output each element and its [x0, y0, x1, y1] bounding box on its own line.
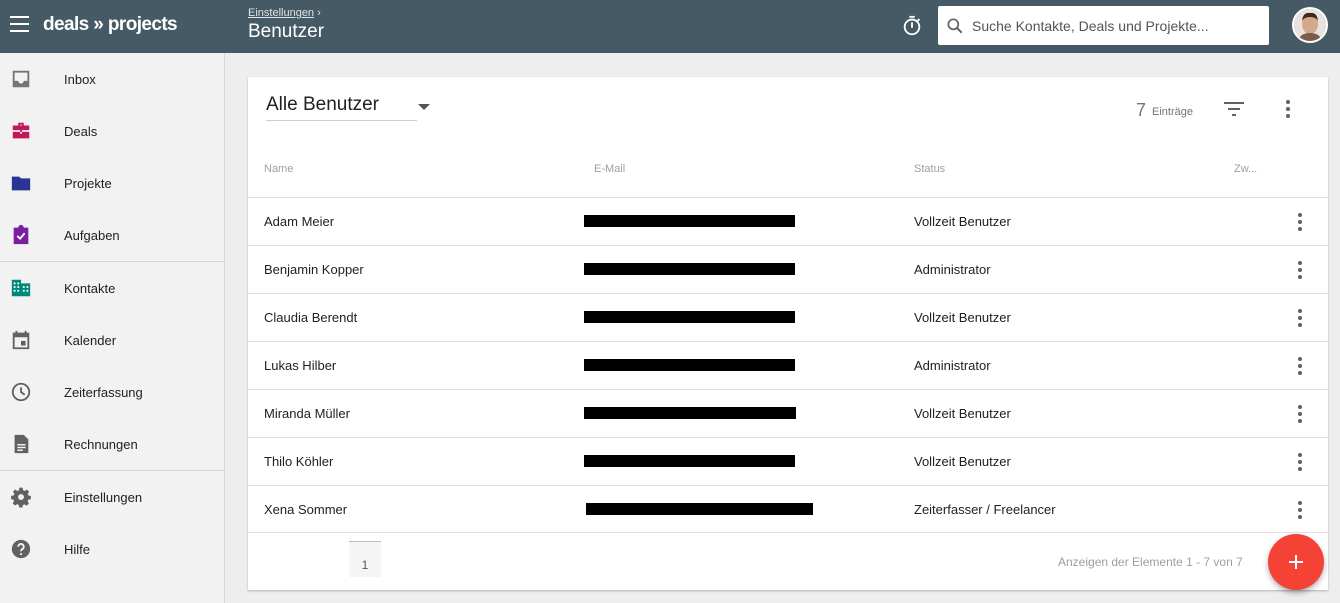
clock-icon [11, 382, 31, 402]
user-name: Lukas Hilber [264, 358, 337, 373]
briefcase-icon [12, 122, 30, 139]
email-redacted: [redacted] [584, 311, 795, 323]
user-name: Adam Meier [264, 214, 335, 229]
sidebar-item-projekte[interactable]: Projekte [0, 157, 224, 209]
filter-icon[interactable] [1224, 101, 1244, 117]
sidebar-item-label: Kalender [64, 332, 117, 348]
more-options-icon[interactable] [1278, 99, 1294, 119]
column-header-email[interactable]: E-Mail [594, 163, 625, 175]
sidebar-item-label: Kontakte [64, 280, 116, 296]
email-redacted: [redacted] [584, 407, 796, 419]
sidebar-item-label: Deals [64, 123, 98, 139]
user-name: Thilo Köhler [264, 454, 334, 469]
row-more-options-icon[interactable] [1290, 308, 1310, 328]
avatar[interactable] [1292, 7, 1328, 43]
sidebar: Inbox Deals Projekte Aufgaben Kontakte K… [0, 53, 225, 603]
column-header-name[interactable]: Name [264, 163, 293, 175]
user-name: Xena Sommer [264, 502, 348, 517]
sidebar-item-aufgaben[interactable]: Aufgaben [0, 209, 224, 261]
page-title: Benutzer [248, 21, 325, 42]
sidebar-item-zeiterfassung[interactable]: Zeiterfassung [0, 366, 224, 418]
sidebar-item-rechnungen[interactable]: Rechnungen [0, 418, 224, 470]
table-row[interactable]: Lukas Hilber [redacted] Administrator [248, 341, 1328, 389]
user-status: Zeiterfasser / Freelancer [914, 502, 1056, 517]
gear-icon [11, 487, 31, 508]
table-row[interactable]: Xena Sommer [redacted] Zeiterfasser / Fr… [248, 485, 1328, 533]
pagination-page-button[interactable]: 1 [349, 541, 381, 577]
email-redacted: [redacted] [584, 455, 795, 467]
search-icon [947, 18, 963, 34]
sidebar-item-label: Zeiterfassung [64, 384, 143, 400]
user-name: Claudia Berendt [264, 310, 358, 325]
breadcrumb: Einstellungen › [248, 7, 321, 19]
column-header-status[interactable]: Status [914, 163, 945, 175]
calendar-icon [12, 330, 30, 350]
table-row[interactable]: Thilo Köhler [redacted] Vollzeit Benutze… [248, 437, 1328, 485]
users-card: Alle Benutzer 7 Einträge Name E-Mail Sta… [248, 77, 1328, 590]
sidebar-item-inbox[interactable]: Inbox [0, 53, 224, 105]
email-redacted: [redacted] [584, 263, 795, 275]
breadcrumb-link-settings[interactable]: Einstellungen [248, 7, 314, 19]
column-header-truncated[interactable]: Zw... [1234, 163, 1257, 175]
user-filter-value: Alle Benutzer [266, 94, 380, 115]
sidebar-item-hilfe[interactable]: Hilfe [0, 523, 224, 575]
stopwatch-icon[interactable] [901, 14, 923, 38]
document-icon [14, 434, 29, 454]
pagination-info: Anzeigen der Elemente 1 - 7 von 7 [1058, 555, 1243, 569]
user-status: Vollzeit Benutzer [914, 214, 1011, 229]
help-icon [11, 539, 31, 559]
sidebar-item-label: Einstellungen [64, 489, 143, 505]
chevron-down-icon [418, 104, 430, 110]
row-more-options-icon[interactable] [1290, 356, 1310, 376]
menu-icon[interactable] [10, 16, 30, 36]
search-input[interactable] [972, 6, 1262, 45]
breadcrumb-separator: › [317, 7, 321, 19]
user-status: Administrator [914, 262, 991, 277]
sidebar-item-label: Rechnungen [64, 436, 138, 452]
sidebar-item-label: Hilfe [64, 541, 91, 557]
row-more-options-icon[interactable] [1290, 212, 1310, 232]
row-more-options-icon[interactable] [1290, 404, 1310, 424]
table-row[interactable]: Claudia Berendt [redacted] Vollzeit Benu… [248, 293, 1328, 341]
building-icon [11, 279, 31, 297]
sidebar-item-label: Projekte [64, 175, 112, 191]
user-status: Vollzeit Benutzer [914, 310, 1011, 325]
sidebar-item-deals[interactable]: Deals [0, 105, 224, 157]
sidebar-item-label: Inbox [64, 71, 96, 87]
email-redacted: [redacted] [584, 359, 795, 371]
sidebar-item-einstellungen[interactable]: Einstellungen [0, 471, 224, 523]
entry-count-label: Einträge [1152, 106, 1193, 118]
user-status: Administrator [914, 358, 991, 373]
row-more-options-icon[interactable] [1290, 500, 1310, 520]
inbox-icon [12, 70, 30, 88]
folder-icon [11, 176, 31, 191]
sidebar-item-kalender[interactable]: Kalender [0, 314, 224, 366]
user-name: Miranda Müller [264, 406, 350, 421]
entry-count: 7 [1136, 100, 1147, 120]
top-bar: deals » projects Einstellungen › Benutze… [0, 0, 1340, 53]
add-user-button[interactable] [1268, 534, 1324, 590]
table-row[interactable]: Miranda Müller [redacted] Vollzeit Benut… [248, 389, 1328, 437]
table-row[interactable]: Benjamin Kopper [redacted] Administrator [248, 245, 1328, 293]
user-status: Vollzeit Benutzer [914, 454, 1011, 469]
table-row[interactable]: Adam Meier [redacted] Vollzeit Benutzer [248, 197, 1328, 245]
email-redacted: [redacted] [584, 215, 795, 227]
user-status: Vollzeit Benutzer [914, 406, 1011, 421]
user-filter-dropdown[interactable]: Alle Benutzer [266, 94, 430, 121]
task-check-icon [13, 224, 29, 245]
sidebar-item-kontakte[interactable]: Kontakte [0, 262, 224, 314]
search-box[interactable] [938, 6, 1269, 45]
sidebar-item-label: Aufgaben [64, 227, 120, 243]
email-redacted: [redacted] [586, 503, 813, 515]
app-logo[interactable]: deals » projects [43, 14, 178, 36]
user-name: Benjamin Kopper [264, 262, 364, 277]
row-more-options-icon[interactable] [1290, 260, 1310, 280]
row-more-options-icon[interactable] [1290, 452, 1310, 472]
